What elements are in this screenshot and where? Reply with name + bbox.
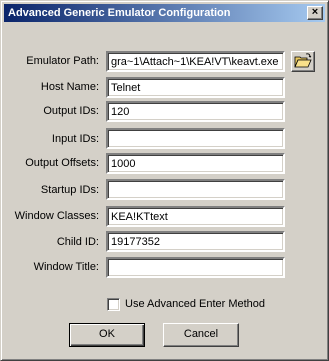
host-name-field[interactable]: Telnet: [106, 77, 285, 98]
output-ids-field[interactable]: 120: [106, 101, 285, 122]
window-title-label: Window Title:: [33, 261, 99, 273]
close-button[interactable]: ×: [307, 6, 323, 20]
startup-ids-label: Startup IDs:: [40, 184, 99, 196]
ok-button[interactable]: OK: [69, 323, 145, 347]
window-title: Advanced Generic Emulator Configuration: [8, 7, 231, 19]
close-icon: ×: [311, 6, 319, 18]
window-title-field[interactable]: [106, 257, 285, 278]
host-name-label: Host Name:: [40, 81, 99, 93]
advanced-enter-label[interactable]: Use Advanced Enter Method: [125, 298, 265, 310]
cancel-button[interactable]: Cancel: [163, 323, 239, 347]
output-offsets-field[interactable]: 1000: [106, 153, 285, 174]
window-classes-label: Window Classes:: [14, 210, 99, 222]
title-bar[interactable]: Advanced Generic Emulator Configuration …: [4, 4, 325, 22]
browse-button[interactable]: [291, 51, 315, 72]
advanced-enter-checkbox[interactable]: [107, 298, 120, 311]
emulator-path-field[interactable]: gra~1\Attach~1\KEA!VT\keavt.exe: [106, 51, 285, 72]
input-ids-field[interactable]: [106, 128, 285, 149]
folder-open-icon: [294, 53, 312, 68]
dialog-window: Advanced Generic Emulator Configuration …: [0, 0, 329, 361]
input-ids-label: Input IDs:: [51, 133, 99, 145]
child-id-field[interactable]: 19177352: [106, 231, 285, 252]
window-classes-field[interactable]: KEA!KTtext: [106, 206, 285, 227]
output-ids-label: Output IDs:: [43, 105, 99, 117]
child-id-label: Child ID:: [56, 236, 99, 248]
startup-ids-field[interactable]: [106, 179, 285, 200]
output-offsets-label: Output Offsets:: [25, 157, 99, 169]
emulator-path-label: Emulator Path:: [26, 55, 99, 67]
